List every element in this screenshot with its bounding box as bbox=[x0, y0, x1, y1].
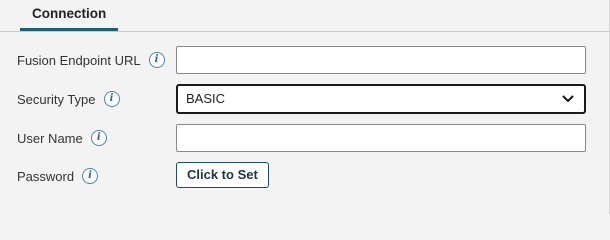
connection-panel: Connection Fusion Endpoint URL i Securit… bbox=[0, 0, 610, 214]
security-type-value: BASIC bbox=[186, 91, 226, 106]
info-icon[interactable]: i bbox=[148, 52, 165, 68]
password-label-group: Password i bbox=[17, 161, 99, 191]
user-name-label-group: User Name i bbox=[17, 123, 107, 153]
fusion-url-label-group: Fusion Endpoint URL i bbox=[17, 45, 165, 75]
chevron-down-icon bbox=[562, 95, 574, 102]
user-name-input[interactable] bbox=[176, 124, 586, 152]
security-type-label: Security Type bbox=[17, 91, 96, 107]
password-row: Password i Click to Set bbox=[0, 161, 610, 191]
user-name-row: User Name i bbox=[0, 123, 610, 153]
security-type-select[interactable]: BASIC bbox=[176, 84, 586, 114]
info-icon[interactable]: i bbox=[90, 130, 107, 146]
tab-connection[interactable]: Connection bbox=[20, 0, 119, 31]
info-icon[interactable]: i bbox=[103, 91, 120, 107]
user-name-label: User Name bbox=[17, 130, 83, 146]
set-password-button[interactable]: Click to Set bbox=[176, 162, 269, 188]
fusion-url-row: Fusion Endpoint URL i bbox=[0, 45, 610, 75]
info-icon[interactable]: i bbox=[82, 168, 99, 184]
security-type-label-group: Security Type i bbox=[17, 84, 120, 114]
fusion-url-label: Fusion Endpoint URL bbox=[17, 52, 141, 68]
fusion-url-input[interactable] bbox=[176, 46, 586, 74]
tab-bar: Connection bbox=[0, 0, 610, 32]
password-label: Password bbox=[17, 168, 75, 184]
security-type-row: Security Type i BASIC bbox=[0, 84, 610, 114]
